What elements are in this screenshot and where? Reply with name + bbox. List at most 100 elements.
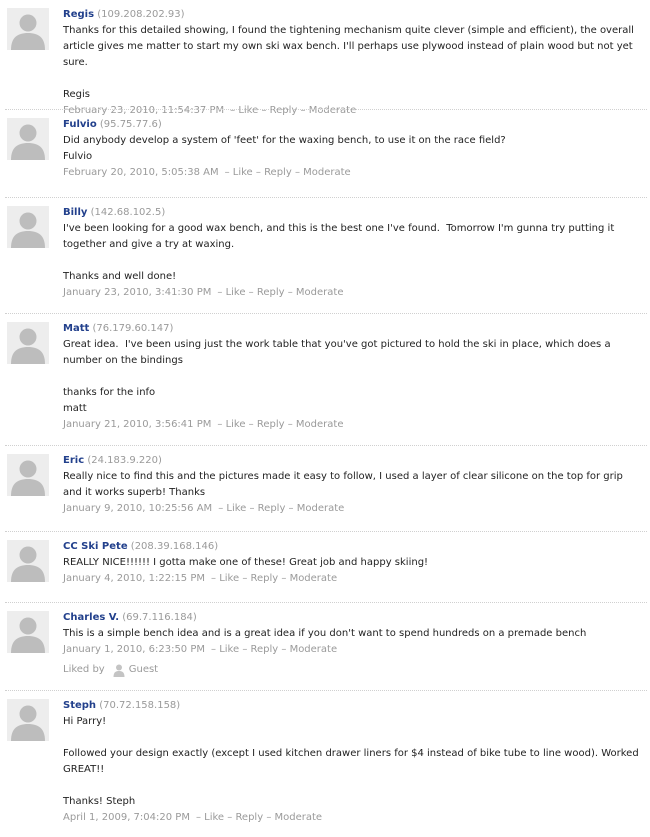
user-silhouette-icon [7, 206, 49, 248]
user-silhouette-icon [7, 118, 49, 160]
like-link[interactable]: Like [226, 503, 246, 514]
avatar [7, 118, 49, 160]
comment-author[interactable]: Regis [63, 9, 94, 20]
comment-date: January 9, 2010, 10:25:56 AM [63, 503, 213, 514]
comment-text: I've been looking for a good wax bench, … [63, 223, 615, 282]
comment: Fulvio (95.75.77.6) Did anybody develop a… [0, 110, 650, 198]
comment-ip: (76.179.60.147) [92, 323, 174, 334]
comment-ip: (109.208.202.93) [97, 9, 185, 20]
user-silhouette-icon [7, 454, 49, 496]
moderate-link[interactable]: Moderate [290, 644, 338, 655]
comment-date: February 20, 2010, 5:05:38 AM [63, 167, 219, 178]
moderate-link[interactable]: Moderate [303, 167, 351, 178]
comment-text: Great idea. I've been using just the wor… [63, 339, 611, 414]
like-link[interactable]: Like [226, 287, 246, 298]
comment-text: Thanks for this detailed showing, I foun… [63, 25, 634, 100]
comment-ip: (69.7.116.184) [122, 612, 197, 623]
user-silhouette-icon [7, 322, 49, 364]
comment: Billy (142.68.102.5) I've been looking fo… [0, 198, 650, 314]
comment-body: Steph (70.72.158.158) Hi Parry! Followed … [63, 698, 644, 826]
comment-meta: January 21, 2010, 3:56:41 PM – Like – Rep… [63, 419, 344, 430]
avatar [7, 540, 49, 582]
user-silhouette-icon [7, 540, 49, 582]
user-silhouette-icon [7, 611, 49, 653]
like-link[interactable]: Like [219, 573, 239, 584]
avatar [7, 699, 49, 741]
comment: Matt (76.179.60.147) Great idea. I've bee… [0, 314, 650, 446]
avatar [7, 206, 49, 248]
comment-list: Regis (109.208.202.93) Thanks for this de… [0, 0, 650, 837]
like-link[interactable]: Like [219, 644, 239, 655]
comment-ip: (208.39.168.146) [130, 541, 219, 552]
like-link[interactable]: Like [204, 812, 224, 823]
liked-by: Liked by Guest [63, 662, 644, 678]
reply-link[interactable]: Reply [257, 287, 285, 298]
comment-meta: January 1, 2010, 6:23:50 PM – Like – Repl… [63, 644, 338, 655]
comment-author[interactable]: Billy [63, 207, 87, 218]
comment-meta: January 4, 2010, 1:22:15 PM – Like – Repl… [63, 573, 338, 584]
moderate-link[interactable]: Moderate [290, 573, 338, 584]
comment-body: Fulvio (95.75.77.6) Did anybody develop a… [63, 117, 644, 181]
comment-ip: (24.183.9.220) [87, 455, 162, 466]
like-link[interactable]: Like [233, 167, 253, 178]
reply-link[interactable]: Reply [235, 812, 263, 823]
comment-body: Matt (76.179.60.147) Great idea. I've bee… [63, 321, 644, 433]
user-silhouette-icon [7, 8, 49, 50]
comment-header: Charles V. (69.7.116.184) [63, 610, 644, 626]
moderate-link[interactable]: Moderate [297, 503, 345, 514]
comment-header: Fulvio (95.75.77.6) [63, 117, 644, 133]
comment-header: Steph (70.72.158.158) [63, 698, 644, 714]
comment: Steph (70.72.158.158) Hi Parry! Followed … [0, 691, 650, 837]
comment-author[interactable]: Steph [63, 700, 96, 711]
avatar [7, 454, 49, 496]
reply-link[interactable]: Reply [251, 573, 279, 584]
comment-body: Charles V. (69.7.116.184) This is a simpl… [63, 610, 644, 678]
comment-header: CC Ski Pete (208.39.168.146) [63, 539, 644, 555]
reply-link[interactable]: Reply [257, 419, 285, 430]
comment-ip: (142.68.102.5) [90, 207, 166, 218]
avatar [7, 322, 49, 364]
comment-body: Billy (142.68.102.5) I've been looking fo… [63, 205, 644, 301]
comment-author[interactable]: Matt [63, 323, 89, 334]
liked-by-label: Liked by [63, 664, 105, 675]
comment-date: January 1, 2010, 6:23:50 PM [63, 644, 206, 655]
comment-meta: January 9, 2010, 10:25:56 AM – Like – Rep… [63, 503, 345, 514]
comment-header: Matt (76.179.60.147) [63, 321, 644, 337]
comment-body: Regis (109.208.202.93) Thanks for this de… [63, 7, 644, 119]
comment-author[interactable]: Eric [63, 455, 84, 466]
comment-date: January 21, 2010, 3:56:41 PM [63, 419, 212, 430]
comment-header: Regis (109.208.202.93) [63, 7, 644, 23]
moderate-link[interactable]: Moderate [296, 419, 344, 430]
comment: Charles V. (69.7.116.184) This is a simpl… [0, 603, 650, 691]
comment-author[interactable]: Charles V. [63, 612, 119, 623]
moderate-link[interactable]: Moderate [275, 812, 323, 823]
comment-meta: February 20, 2010, 5:05:38 AM – Like – Re… [63, 167, 351, 178]
comment-date: January 23, 2010, 3:41:30 PM [63, 287, 212, 298]
guest-user-icon [105, 663, 129, 677]
comment-meta: April 1, 2009, 7:04:20 PM – Like – Reply … [63, 812, 323, 823]
reply-link[interactable]: Reply [251, 644, 279, 655]
comment-header: Eric (24.183.9.220) [63, 453, 644, 469]
comment-author[interactable]: CC Ski Pete [63, 541, 128, 552]
comment: Regis (109.208.202.93) Thanks for this de… [0, 0, 650, 116]
liked-by-user[interactable]: Guest [129, 662, 158, 678]
comment-text: This is a simple bench idea and is a gre… [63, 628, 587, 639]
comment-meta: January 23, 2010, 3:41:30 PM – Like – Rep… [63, 287, 344, 298]
like-link[interactable]: Like [226, 419, 246, 430]
comment-date: April 1, 2009, 7:04:20 PM [63, 812, 190, 823]
reply-link[interactable]: Reply [264, 167, 292, 178]
comment-ip: (95.75.77.6) [99, 119, 162, 130]
comment-text: REALLY NICE!!!!!! I gotta make one of th… [63, 557, 429, 568]
comment-text: Did anybody develop a system of 'feet' f… [63, 135, 506, 162]
comment-header: Billy (142.68.102.5) [63, 205, 644, 221]
comment-author[interactable]: Fulvio [63, 119, 97, 130]
comment-body: Eric (24.183.9.220) Really nice to find t… [63, 453, 644, 517]
comment-text: Really nice to find this and the picture… [63, 471, 627, 498]
comment-ip: (70.72.158.158) [99, 700, 181, 711]
comment-date: January 4, 2010, 1:22:15 PM [63, 573, 206, 584]
reply-link[interactable]: Reply [258, 503, 286, 514]
avatar [7, 8, 49, 50]
user-silhouette-icon [7, 699, 49, 741]
moderate-link[interactable]: Moderate [296, 287, 344, 298]
comment-body: CC Ski Pete (208.39.168.146) REALLY NICE!… [63, 539, 644, 587]
